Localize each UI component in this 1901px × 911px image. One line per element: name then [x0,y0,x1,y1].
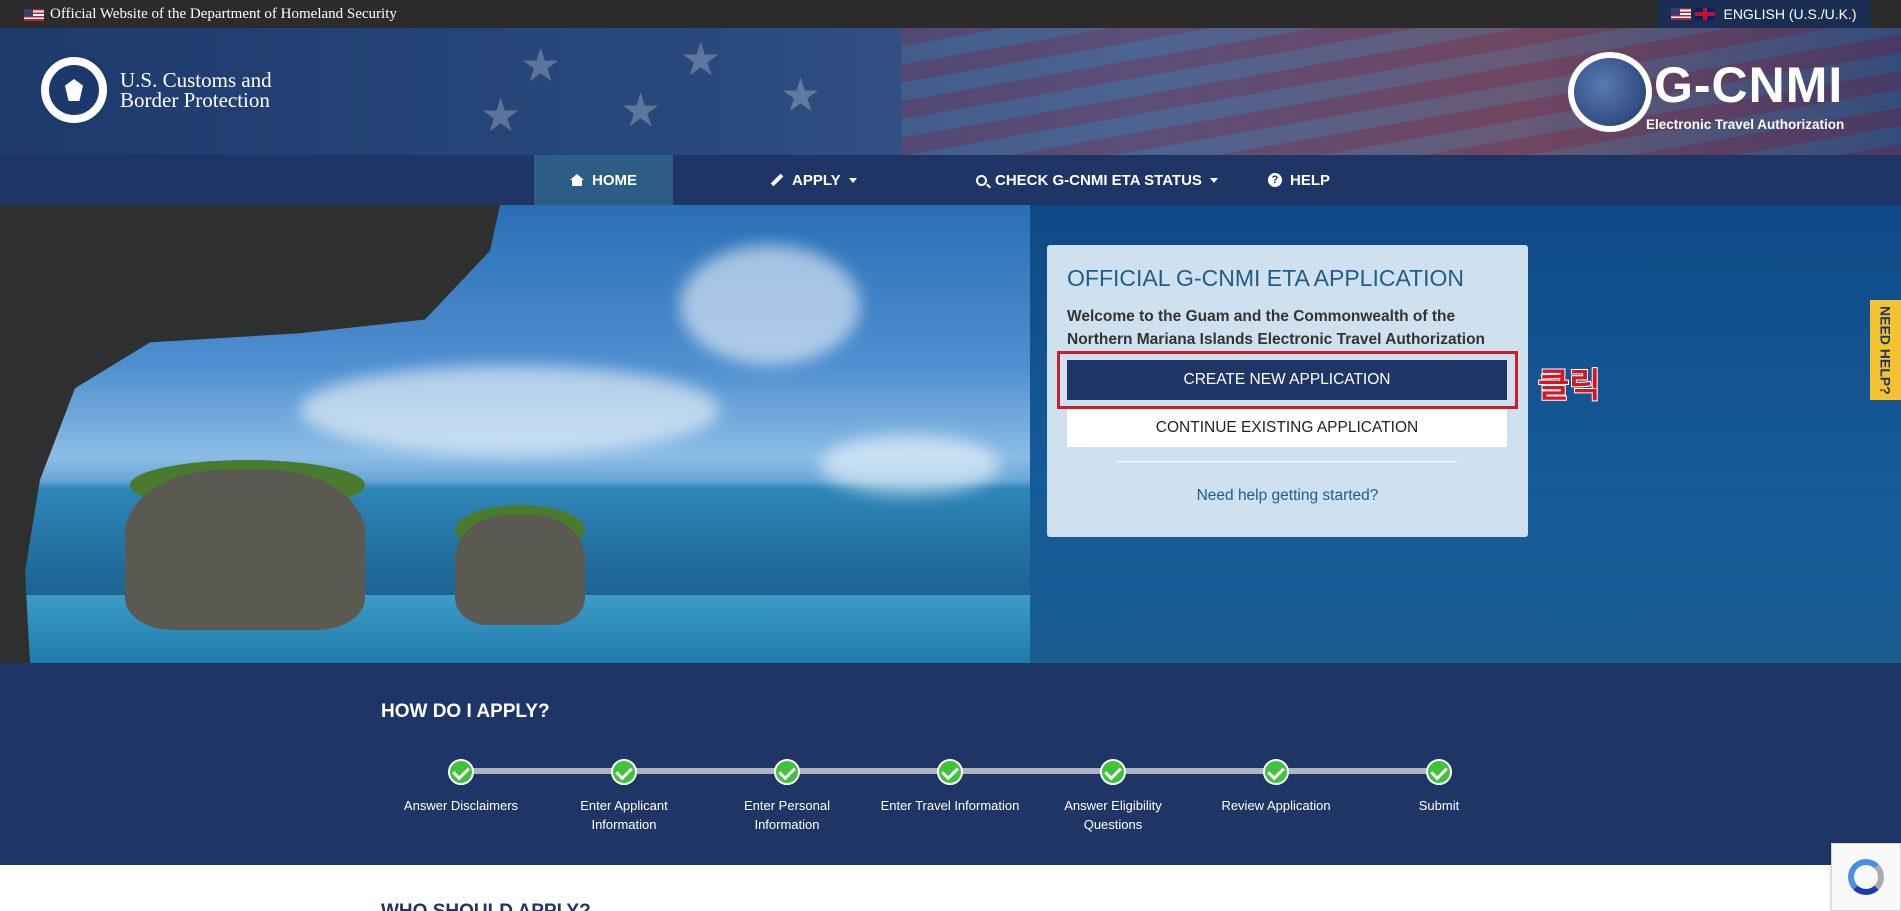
search-icon [976,174,987,186]
nav-check-status[interactable]: CHECK G-CNMI ETA STATUS [976,155,1218,205]
step-item: Enter Applicant Information [544,759,704,834]
site-header: ★ ★ ★ ★ ★ U.S. Customs and Border Protec… [0,28,1901,155]
dhs-seal-logo[interactable] [38,54,110,126]
us-flag-icon [1671,8,1692,20]
agency-name[interactable]: U.S. Customs and Border Protection [120,68,272,112]
caret-down-icon [848,177,857,183]
who-should-apply-section: WHO SHOULD APPLY? [0,865,1901,911]
caret-down-icon [1209,177,1218,183]
nav-help-label: HELP [1290,171,1331,189]
need-help-tab[interactable]: NEED HELP? [1870,300,1901,400]
card-divider [1117,461,1457,462]
who-should-apply-heading: WHO SHOULD APPLY? [381,901,591,911]
nav-home[interactable]: HOME [534,155,673,205]
need-help-link[interactable]: Need help getting started? [1047,487,1528,505]
eagle-icon [49,65,99,115]
recaptcha-icon [1848,859,1884,895]
step-item: Answer Eligibility Questions [1033,759,1193,834]
globe-icon [1568,52,1652,132]
language-selector[interactable]: ENGLISH (U.S./U.K.) [1658,0,1870,28]
star-decoration: ★ [680,33,722,85]
brand-title: G-CNMI [1654,57,1844,113]
nav-check-status-label: CHECK G-CNMI ETA STATUS [995,171,1202,189]
step-label: Submit [1418,798,1460,813]
cloud-decoration [820,435,1000,495]
pencil-icon [770,173,784,187]
step-item: Review Application [1196,759,1356,815]
gcnmi-logo[interactable]: G-CNMI Electronic Travel Authorization [1568,50,1868,140]
star-decoration: ★ [480,89,522,141]
rock-island [455,515,585,625]
nav-help[interactable]: ? HELP [1268,155,1330,205]
continue-existing-application-button[interactable]: CONTINUE EXISTING APPLICATION [1067,409,1507,447]
step-label: Review Application [1221,798,1331,813]
nav-apply[interactable]: APPLY [770,155,857,205]
recaptcha-badge[interactable] [1831,843,1901,911]
us-flag-icon [24,8,44,21]
home-icon [570,174,584,186]
step-label: Enter Travel Information [880,798,1020,813]
official-banner: Official Website of the Department of Ho… [0,0,1901,28]
nav-home-label: HOME [592,171,637,189]
step-item: Answer Disclaimers [381,759,541,815]
hero-banner [0,205,1901,663]
nav-apply-label: APPLY [792,171,841,189]
how-to-apply-heading: HOW DO I APPLY? [381,701,550,722]
agency-line2: Border Protection [120,88,270,112]
check-circle-icon [1263,759,1289,785]
click-annotation: 클릭 [1537,365,1602,407]
check-circle-icon [1426,759,1452,785]
step-label: Answer Disclaimers [403,798,519,813]
check-circle-icon [937,759,963,785]
step-item: Enter Personal Information [707,759,867,834]
star-decoration: ★ [520,39,562,91]
welcome-text: Welcome to the Guam and the Commonwealth… [1067,308,1486,348]
application-card: OFFICIAL G-CNMI ETA APPLICATION Welcome … [1047,245,1528,537]
brand-subtitle: Electronic Travel Authorization [1646,117,1845,132]
step-label: Enter Applicant Information [580,798,668,832]
check-circle-icon [448,759,474,785]
cloud-decoration [300,365,720,455]
language-label: ENGLISH (U.S./U.K.) [1723,6,1857,22]
rock-island [125,470,365,630]
create-new-application-button[interactable]: CREATE NEW APPLICATION [1067,360,1507,400]
step-label: Enter Personal Information [744,798,830,832]
agency-line1: U.S. Customs and [120,68,272,92]
star-decoration: ★ [780,69,822,121]
main-nav: HOME APPLY CHECK G-CNMI ETA STATUS ? HEL… [0,155,1901,205]
step-label: Answer Eligibility Questions [1064,798,1162,832]
step-item: Enter Travel Information [870,759,1030,815]
check-circle-icon [611,759,637,785]
step-item: Submit [1359,759,1519,815]
check-circle-icon [1100,759,1126,785]
official-notice: Official Website of the Department of Ho… [24,6,397,23]
uk-flag-icon [1695,8,1716,20]
official-text: Official Website of the Department of Ho… [50,6,397,22]
card-title: OFFICIAL G-CNMI ETA APPLICATION [1067,265,1465,291]
how-to-apply-section: HOW DO I APPLY? Answer Disclaimers Enter… [0,663,1901,865]
cloud-decoration [680,245,860,365]
question-circle-icon: ? [1268,173,1282,187]
check-circle-icon [774,759,800,785]
star-decoration: ★ [620,84,662,136]
